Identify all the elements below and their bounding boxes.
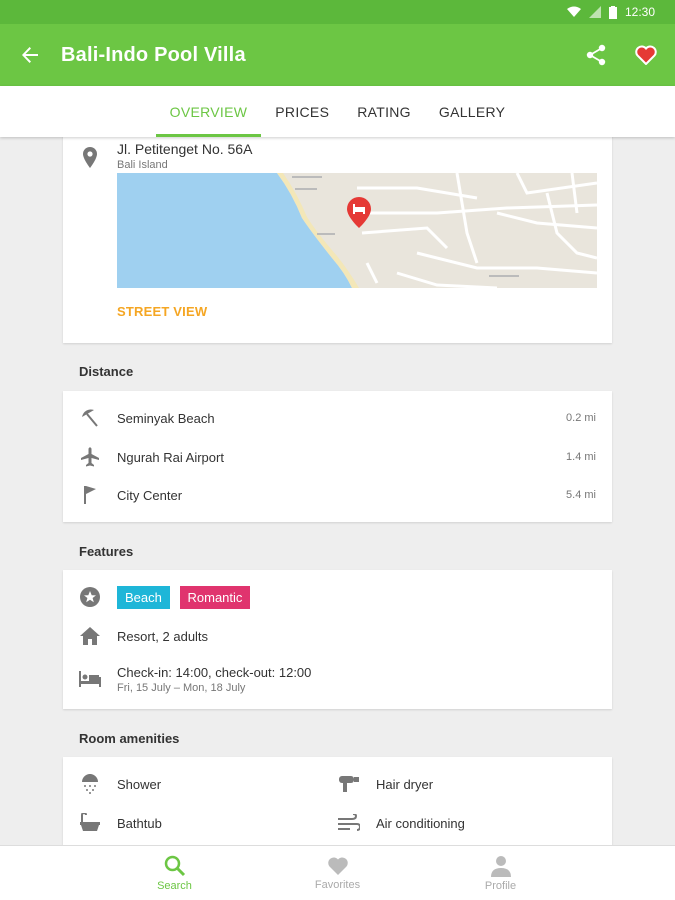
region: Bali Island (117, 159, 168, 171)
signal-icon (588, 6, 601, 18)
stay-dates: Fri, 15 July – Mon, 18 July (117, 681, 246, 694)
nav-favorites[interactable]: Favorites (256, 846, 419, 900)
nav-profile[interactable]: Profile (419, 846, 582, 900)
distance-value: 0.2 mi (566, 412, 596, 424)
airplane-icon (81, 447, 99, 467)
distance-value: 1.4 mi (566, 451, 596, 463)
amenity-item: Bathtub (63, 804, 323, 842)
location-card: Jl. Petitenget No. 56A Bali Island STREE… (63, 137, 612, 343)
tab-rating[interactable]: RATING (343, 86, 425, 137)
amenity-item: Hair dryer (322, 765, 602, 803)
tag-romantic[interactable]: Romantic (179, 585, 251, 609)
street-view-button[interactable]: STREET VIEW (117, 304, 207, 319)
battery-icon (608, 5, 617, 19)
map[interactable] (117, 173, 597, 288)
share-icon (586, 44, 606, 66)
favorite-button[interactable] (625, 34, 667, 76)
features-title: Features (79, 544, 134, 559)
air-conditioning-icon (338, 814, 360, 831)
tag-beach[interactable]: Beach (117, 585, 170, 609)
hair-dryer-icon (339, 776, 359, 792)
status-bar: 12:30 (0, 0, 675, 24)
heart-icon (327, 856, 348, 875)
location-pin-icon (81, 147, 99, 174)
shower-icon (82, 774, 98, 794)
distance-label: Ngurah Rai Airport (117, 449, 224, 465)
amenities-title: Room amenities (79, 731, 180, 746)
bed-icon (79, 671, 101, 687)
heart-icon (635, 45, 657, 65)
share-button[interactable] (575, 34, 617, 76)
features-card: Beach Romantic Resort, 2 adults Check-in… (63, 570, 612, 709)
flag-icon (84, 486, 96, 504)
bathtub-icon (80, 813, 100, 831)
hotel-pin-icon[interactable] (346, 197, 372, 234)
tags-row: Beach Romantic (63, 578, 612, 616)
nav-profile-label: Profile (484, 879, 517, 892)
amenity-label: Air conditioning (376, 815, 465, 831)
room-type-row: Resort, 2 adults (63, 617, 612, 655)
distance-title: Distance (79, 364, 134, 379)
amenity-item: Air conditioning (322, 804, 602, 842)
nav-search-label: Search (157, 879, 192, 892)
star-circle-icon (80, 587, 100, 607)
wifi-icon (566, 6, 581, 17)
tab-gallery[interactable]: GALLERY (425, 86, 519, 137)
distance-label: City Center (117, 487, 183, 503)
distance-card: Seminyak Beach 0.2 mi Ngurah Rai Airport… (63, 391, 612, 522)
tab-bar: OVERVIEW PRICES RATING GALLERY (0, 86, 675, 137)
amenity-item: Shower (63, 765, 323, 803)
list-item[interactable]: Ngurah Rai Airport 1.4 mi (63, 438, 612, 476)
back-button[interactable] (1, 24, 59, 86)
address: Jl. Petitenget No. 56A (117, 141, 253, 157)
list-item[interactable]: City Center 5.4 mi (63, 476, 612, 514)
list-item[interactable]: Seminyak Beach 0.2 mi (63, 399, 612, 437)
nav-favorites-label: Favorites (314, 878, 361, 891)
home-icon (80, 627, 100, 645)
person-icon (490, 855, 511, 877)
bottom-nav: Search Favorites Profile (0, 845, 675, 900)
tab-prices[interactable]: PRICES (261, 86, 343, 137)
distance-value: 5.4 mi (566, 489, 596, 501)
status-time: 12:30 (624, 5, 655, 19)
content-scroll[interactable]: Jl. Petitenget No. 56A Bali Island STREE… (0, 137, 675, 845)
checkin-times: Check-in: 14:00, check-out: 12:00 (117, 664, 312, 680)
page-title: Bali-Indo Pool Villa (61, 43, 246, 66)
arrow-back-icon (22, 47, 38, 63)
amenity-label: Bathtub (117, 815, 162, 831)
search-icon (164, 855, 185, 876)
tab-overview[interactable]: OVERVIEW (155, 86, 262, 137)
checkin-row: Check-in: 14:00, check-out: 12:00 Fri, 1… (63, 656, 612, 702)
nav-search[interactable]: Search (93, 846, 256, 900)
amenity-label: Shower (117, 776, 162, 792)
app-bar: Bali-Indo Pool Villa (0, 24, 675, 86)
room-type: Resort, 2 adults (117, 628, 209, 644)
amenity-label: Hair dryer (376, 776, 434, 792)
distance-label: Seminyak Beach (117, 410, 215, 426)
beach-umbrella-icon (82, 409, 98, 427)
amenities-card: Shower Hair dryer Bathtub Air conditioni… (63, 757, 612, 845)
